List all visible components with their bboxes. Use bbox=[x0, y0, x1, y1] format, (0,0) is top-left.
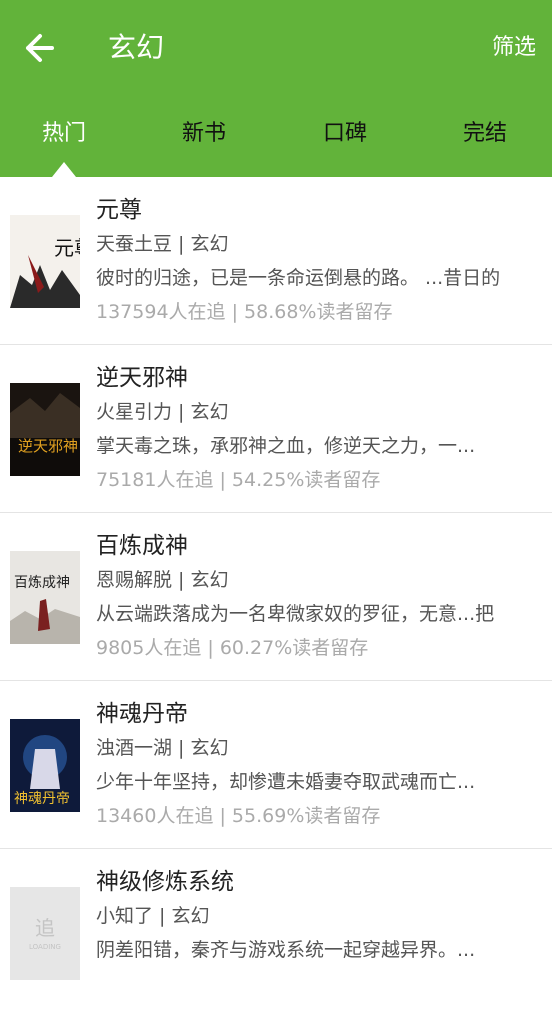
book-cover: 神魂丹帝 bbox=[10, 719, 80, 812]
book-list-item[interactable]: 追 LOADING 神级修炼系统 小知了 | 玄幻 阴差阳错，秦齐与游戏系统一起… bbox=[0, 849, 552, 1017]
book-cover: 元尊 bbox=[10, 215, 80, 308]
book-list: 元尊 元尊 天蚕土豆 | 玄幻 彼时的归途，已是一条命运倒悬的路。 ...昔日的… bbox=[0, 177, 552, 1017]
book-stats: 13460人在追 | 55.69%读者留存 bbox=[96, 805, 381, 827]
book-title: 神级修炼系统 bbox=[96, 869, 234, 895]
book-title: 元尊 bbox=[96, 197, 142, 223]
book-list-item[interactable]: 百炼成神 百炼成神 恩赐解脱 | 玄幻 从云端跌落成为一名卑微家奴的罗征，无意.… bbox=[0, 513, 552, 681]
book-author: 恩赐解脱 | 玄幻 bbox=[96, 569, 229, 591]
book-title: 神魂丹帝 bbox=[96, 701, 188, 727]
book-cover: 百炼成神 bbox=[10, 551, 80, 644]
book-description: 彼时的归途，已是一条命运倒悬的路。 ...昔日的 bbox=[96, 267, 501, 289]
placeholder-loading-text: LOADING bbox=[29, 943, 61, 951]
book-author: 天蚕土豆 | 玄幻 bbox=[96, 233, 229, 255]
app-header: 玄幻 筛选 热门 新书 口碑 完结 bbox=[0, 0, 552, 177]
back-button[interactable] bbox=[18, 28, 58, 68]
book-author: 浊酒一湖 | 玄幻 bbox=[96, 737, 229, 759]
book-author: 小知了 | 玄幻 bbox=[96, 905, 210, 927]
book-list-item[interactable]: 神魂丹帝 神魂丹帝 浊酒一湖 | 玄幻 少年十年坚持，却惨遭未婚妻夺取武魂而亡.… bbox=[0, 681, 552, 849]
book-cover-placeholder: 追 LOADING bbox=[10, 887, 80, 980]
category-tabs: 热门 新书 口碑 完结 bbox=[0, 100, 552, 177]
book-stats: 75181人在追 | 54.25%读者留存 bbox=[96, 469, 381, 491]
filter-button[interactable]: 筛选 bbox=[492, 30, 536, 66]
cover-title-text: 逆天邪神 bbox=[18, 437, 78, 455]
book-description: 掌天毒之珠，承邪神之血，修逆天之力，一... bbox=[96, 435, 476, 457]
cover-title-text: 百炼成神 bbox=[14, 575, 70, 591]
book-cover: 逆天邪神 bbox=[10, 383, 80, 476]
placeholder-logo-text: 追 bbox=[35, 916, 55, 940]
tab-hot[interactable]: 热门 bbox=[14, 114, 114, 154]
tab-completed[interactable]: 完结 bbox=[435, 114, 535, 154]
active-tab-indicator bbox=[52, 162, 76, 177]
book-list-item[interactable]: 元尊 元尊 天蚕土豆 | 玄幻 彼时的归途，已是一条命运倒悬的路。 ...昔日的… bbox=[0, 177, 552, 345]
page-title: 玄幻 bbox=[108, 31, 165, 64]
tab-reputation[interactable]: 口碑 bbox=[295, 114, 395, 154]
book-stats: 137594人在追 | 58.68%读者留存 bbox=[96, 301, 393, 323]
book-stats: 9805人在追 | 60.27%读者留存 bbox=[96, 637, 369, 659]
cover-title-text: 神魂丹帝 bbox=[14, 791, 70, 807]
book-list-item[interactable]: 逆天邪神 逆天邪神 火星引力 | 玄幻 掌天毒之珠，承邪神之血，修逆天之力，一.… bbox=[0, 345, 552, 513]
book-description: 从云端跌落成为一名卑微家奴的罗征，无意...把 bbox=[96, 603, 495, 625]
book-author: 火星引力 | 玄幻 bbox=[96, 401, 229, 423]
arrow-left-icon bbox=[26, 34, 54, 62]
cover-title-text: 元尊 bbox=[54, 236, 80, 260]
book-title: 逆天邪神 bbox=[96, 365, 188, 391]
book-description: 少年十年坚持，却惨遭未婚妻夺取武魂而亡... bbox=[96, 771, 476, 793]
tab-new[interactable]: 新书 bbox=[154, 114, 254, 154]
book-title: 百炼成神 bbox=[96, 533, 188, 559]
top-bar: 玄幻 筛选 bbox=[0, 0, 552, 96]
